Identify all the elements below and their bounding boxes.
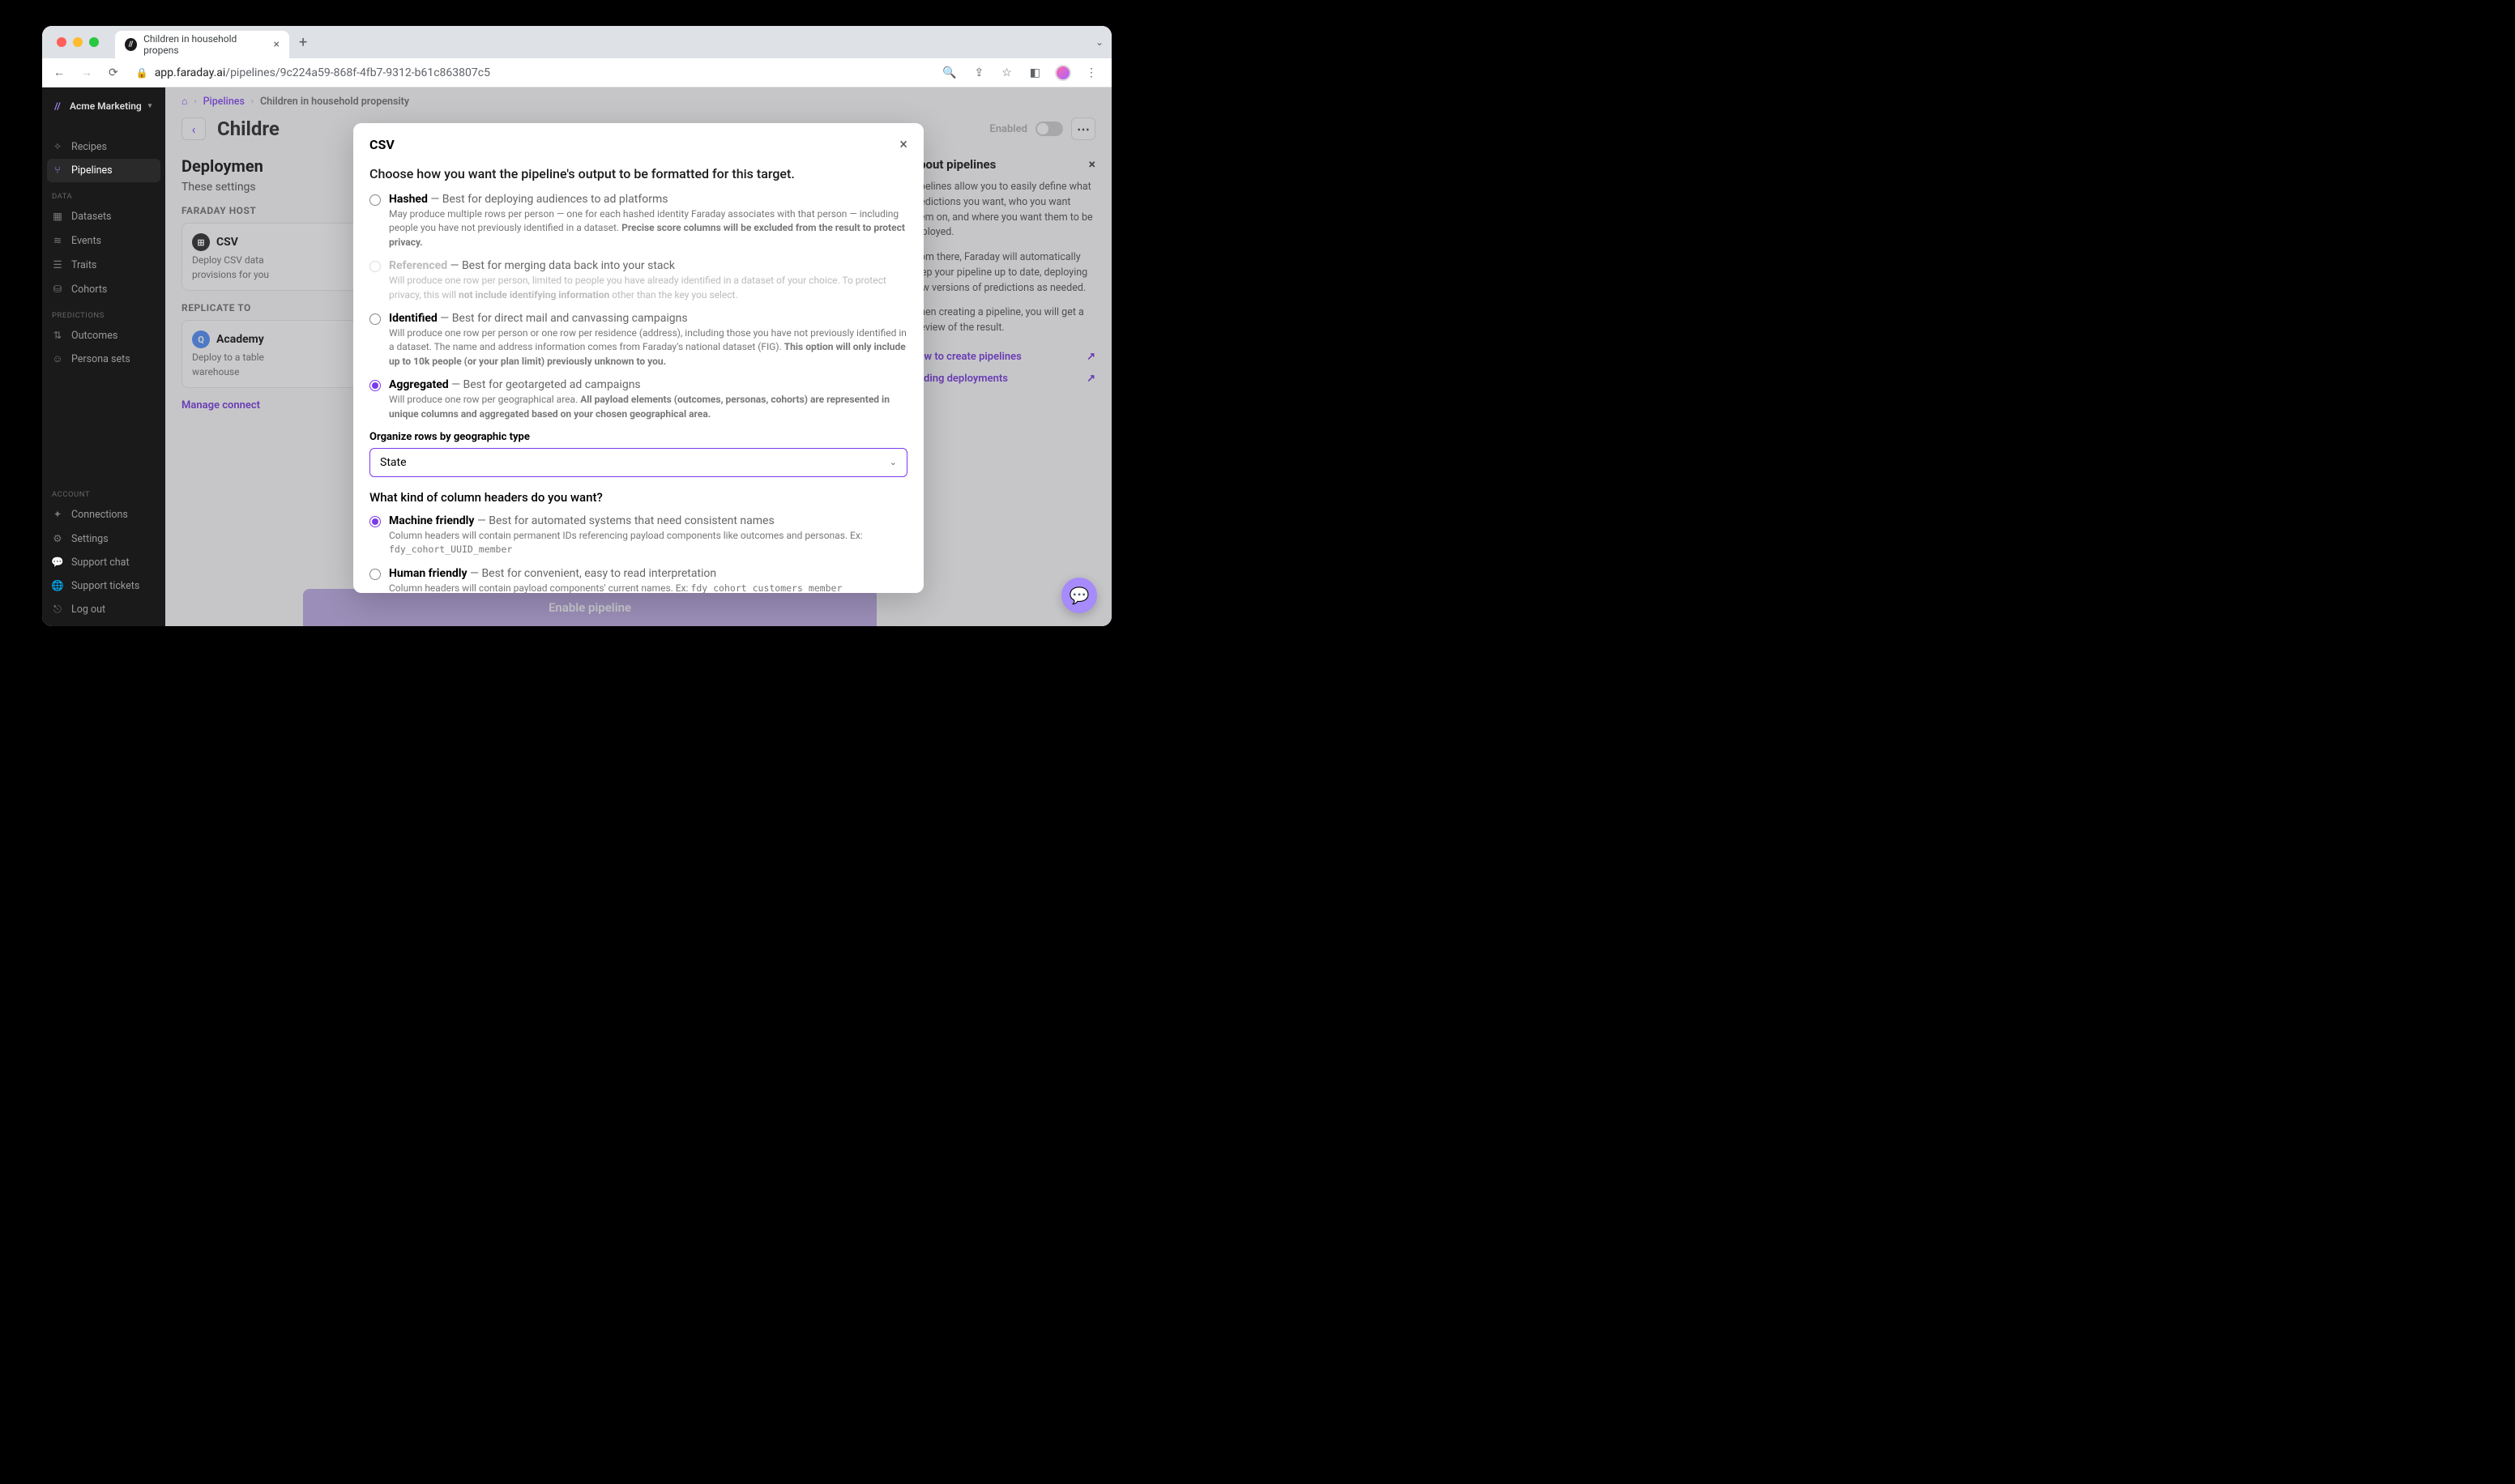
radio-option-aggregated[interactable]: Aggregated — Best for geotargeted ad cam… <box>369 378 907 421</box>
csv-config-modal: CSV × Choose how you want the pipeline's… <box>353 123 924 593</box>
chat-icon: 💬 <box>52 556 63 569</box>
gear-icon: ⚙ <box>52 532 63 545</box>
nav-reload-icon[interactable]: ⟳ <box>105 63 122 83</box>
radio-option-machine-friendly[interactable]: Machine friendly — Best for automated sy… <box>369 514 907 557</box>
support-chat-bubble[interactable]: 💬 <box>1061 578 1097 613</box>
profile-avatar[interactable] <box>1055 65 1071 81</box>
sidebar-item-persona-sets[interactable]: ☺Persona sets <box>42 348 165 371</box>
geo-type-select[interactable]: State ⌄ <box>369 448 907 477</box>
logout-icon: ⎋ <box>52 603 63 616</box>
tab-close-icon[interactable]: × <box>274 38 280 51</box>
browser-menu-icon[interactable]: ⋮ <box>1082 63 1100 83</box>
sidebar-item-recipes[interactable]: ✧Recipes <box>42 134 165 159</box>
sidebar-item-pipelines[interactable]: ⑂Pipelines <box>47 159 160 182</box>
org-selector[interactable]: // Acme Marketing ▾ <box>42 94 165 118</box>
geo-type-value: State <box>380 456 407 469</box>
bookmark-icon[interactable]: ☆ <box>998 63 1015 83</box>
tab-title: Children in household propens <box>143 33 267 56</box>
ticket-icon: 🌐 <box>52 580 63 592</box>
modal-close-icon[interactable]: × <box>899 136 907 153</box>
radio-input-identified[interactable] <box>369 313 381 325</box>
url-bar[interactable]: 🔒 app.faraday.ai/pipelines/9c224a59-868f… <box>131 66 929 79</box>
browser-tab-strip: // Children in household propens × + ⌄ <box>42 26 1112 58</box>
traits-icon: ☰ <box>52 258 63 271</box>
radio-input-referenced <box>369 261 381 272</box>
browser-tab[interactable]: // Children in household propens × <box>115 31 289 58</box>
connections-icon: ✦ <box>52 508 63 521</box>
window-minimize[interactable] <box>73 37 83 47</box>
org-name: Acme Marketing <box>70 100 142 112</box>
outcomes-icon: ⇅ <box>52 329 63 342</box>
share-icon[interactable]: ⇪ <box>971 63 987 83</box>
url-host: app.faraday.ai <box>155 66 226 79</box>
modal-subtitle: Choose how you want the pipeline's outpu… <box>369 166 907 181</box>
radio-option-identified[interactable]: Identified — Best for direct mail and ca… <box>369 312 907 369</box>
radio-input-hashed[interactable] <box>369 194 381 206</box>
geo-type-label: Organize rows by geographic type <box>369 431 907 443</box>
sidebar-item-connections[interactable]: ✦Connections <box>42 502 165 527</box>
radio-input-machine[interactable] <box>369 516 381 527</box>
recipes-icon: ✧ <box>52 140 63 153</box>
nav-back-icon[interactable]: ← <box>50 62 68 83</box>
sidebar-item-cohorts[interactable]: ⛁Cohorts <box>42 277 165 301</box>
sidepanel-icon[interactable]: ◧ <box>1027 63 1044 83</box>
browser-toolbar: ← → ⟳ 🔒 app.faraday.ai/pipelines/9c224a5… <box>42 58 1112 87</box>
window-controls <box>49 37 107 47</box>
sidebar-item-events[interactable]: ≋Events <box>42 228 165 253</box>
datasets-icon: ▦ <box>52 210 63 223</box>
sidebar-item-outcomes[interactable]: ⇅Outcomes <box>42 323 165 348</box>
radio-input-aggregated[interactable] <box>369 380 381 391</box>
sidebar-item-support-chat[interactable]: 💬Support chat <box>42 551 165 574</box>
tabs-overflow-icon[interactable]: ⌄ <box>1095 36 1104 48</box>
radio-option-referenced: Referenced — Best for merging data back … <box>369 259 907 302</box>
persona-icon: ☺ <box>52 353 63 365</box>
sidebar-item-logout[interactable]: ⎋Log out <box>42 598 165 621</box>
modal-title: CSV <box>369 137 395 152</box>
column-headers-question: What kind of column headers do you want? <box>369 490 907 505</box>
chevron-down-icon: ▾ <box>148 102 152 110</box>
new-tab-button[interactable]: + <box>289 34 317 51</box>
radio-input-human[interactable] <box>369 569 381 580</box>
pipelines-icon: ⑂ <box>52 164 63 177</box>
modal-overlay: CSV × Choose how you want the pipeline's… <box>165 87 1112 626</box>
sidebar-section-account: ACCOUNT <box>42 480 165 502</box>
sidebar-section-predictions: PREDICTIONS <box>42 301 165 323</box>
sidebar-item-support-tickets[interactable]: 🌐Support tickets <box>42 574 165 598</box>
org-icon: // <box>52 100 63 112</box>
cohorts-icon: ⛁ <box>52 283 63 296</box>
window-maximize[interactable] <box>89 37 99 47</box>
events-icon: ≋ <box>52 234 63 247</box>
window-close[interactable] <box>57 37 66 47</box>
lock-icon: 🔒 <box>136 67 148 79</box>
radio-option-human-friendly[interactable]: Human friendly — Best for convenient, ea… <box>369 567 907 593</box>
sidebar-section-data: DATA <box>42 182 165 204</box>
sidebar-item-datasets[interactable]: ▦Datasets <box>42 204 165 228</box>
chevron-down-icon: ⌄ <box>890 457 897 467</box>
sidebar-item-traits[interactable]: ☰Traits <box>42 253 165 277</box>
app-sidebar: // Acme Marketing ▾ ✧Recipes ⑂Pipelines … <box>42 87 165 626</box>
sidebar-item-settings[interactable]: ⚙Settings <box>42 527 165 551</box>
chat-bubble-icon: 💬 <box>1070 586 1090 605</box>
tab-favicon-icon: // <box>125 38 137 51</box>
nav-forward-icon[interactable]: → <box>78 62 96 83</box>
url-path: /pipelines/9c224a59-868f-4fb7-9312-b61c8… <box>225 66 490 79</box>
radio-option-hashed[interactable]: Hashed — Best for deploying audiences to… <box>369 193 907 249</box>
zoom-icon[interactable]: 🔍 <box>939 63 959 83</box>
